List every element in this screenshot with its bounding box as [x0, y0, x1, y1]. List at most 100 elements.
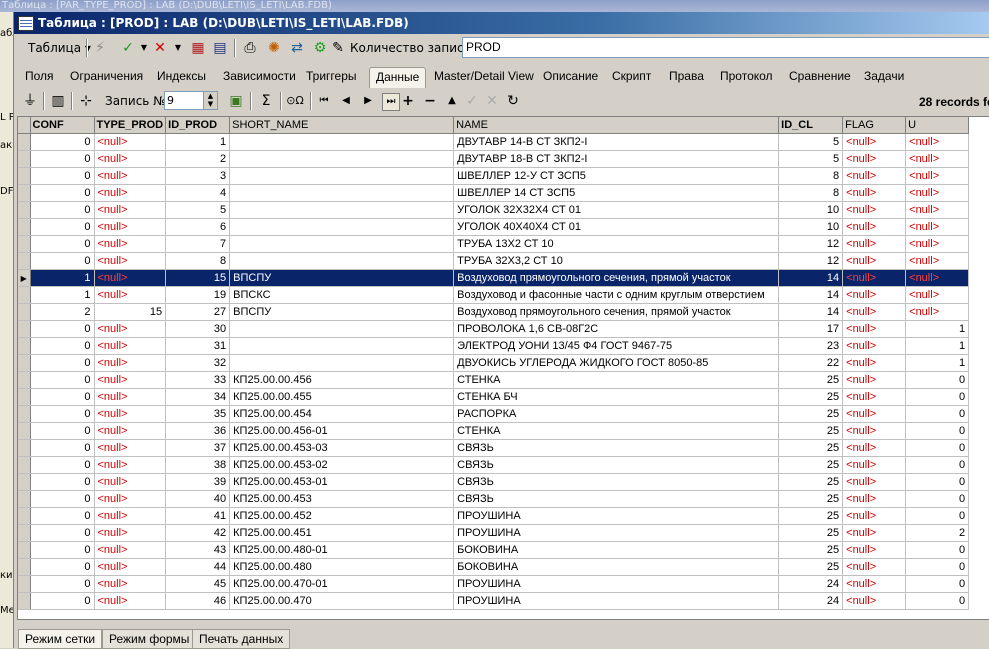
table-cell[interactable]: <null> [94, 337, 167, 355]
table-cell[interactable]: <null> [94, 184, 167, 202]
row-indicator[interactable] [18, 405, 31, 423]
table-cell[interactable]: 2 [165, 150, 231, 168]
table-cell[interactable]: 0 [905, 541, 970, 559]
table-cell[interactable]: 0 [905, 575, 970, 593]
table-cell[interactable]: <null> [842, 558, 907, 576]
row-indicator[interactable] [18, 303, 31, 321]
edit-record-icon[interactable]: ▲ [444, 93, 460, 109]
table-cell[interactable]: 25 [778, 388, 844, 406]
table-cell[interactable]: 0 [30, 150, 95, 168]
table-cell[interactable]: ПРОУШИНА [453, 524, 780, 542]
table-cell[interactable]: 3 [165, 167, 231, 185]
table-cell[interactable]: 0 [30, 388, 95, 406]
table-cell[interactable]: 0 [30, 371, 95, 389]
table-cell[interactable]: 0 [905, 558, 970, 576]
table-cell[interactable]: 25 [778, 558, 844, 576]
table-cell[interactable]: 24 [778, 592, 844, 610]
table-cell[interactable]: <null> [94, 405, 167, 423]
delete-record-icon[interactable]: − [422, 93, 438, 109]
table-cell[interactable]: <null> [842, 235, 907, 253]
table-cell[interactable]: <null> [842, 133, 907, 151]
row-indicator[interactable] [18, 473, 31, 491]
insert-record-icon[interactable]: + [400, 93, 416, 109]
table-cell[interactable]: 0 [30, 184, 95, 202]
row-indicator[interactable] [18, 507, 31, 525]
table-cell[interactable]: 14 [778, 286, 844, 304]
table-cell[interactable]: <null> [842, 592, 907, 610]
table-row[interactable]: 0 <null> 35 КП25.00.00.454 РАСПОРКА 25 <null> 0 [18, 405, 970, 423]
table-cell[interactable]: <null> [94, 422, 167, 440]
table-cell[interactable]: СВЯЗЬ [453, 439, 780, 457]
table-cell[interactable] [229, 218, 455, 236]
table-cell[interactable]: 25 [778, 422, 844, 440]
table-cell[interactable]: <null> [842, 337, 907, 355]
prev-record-icon[interactable]: ◀ [338, 93, 354, 109]
table-cell[interactable]: ШВЕЛЛЕР 14 СТ ЗСП5 [453, 184, 780, 202]
table-cell[interactable]: КП25.00.00.455 [229, 388, 455, 406]
table-row[interactable]: 0 <null> 3 ШВЕЛЛЕР 12-У СТ ЗСП5 8 <null> <null… [18, 167, 970, 185]
table-cell[interactable]: 40 [165, 490, 231, 508]
table-cell[interactable]: 0 [905, 507, 970, 525]
table-cell[interactable]: 25 [778, 456, 844, 474]
print-icon[interactable]: ⎙ [242, 40, 258, 56]
window-titlebar[interactable]: Таблица : [PROD] : LAB (D:\DUB\LETI\IS_L… [14, 12, 989, 34]
table-cell[interactable]: <null> [905, 286, 970, 304]
table-cell[interactable]: 19 [165, 286, 231, 304]
table-cell[interactable]: 0 [905, 439, 970, 457]
table-row[interactable]: 0 <null> 46 КП25.00.00.470 ПРОУШИНА 24 <null> 0 [18, 592, 970, 610]
table-cell[interactable]: 0 [30, 558, 95, 576]
table-row[interactable]: 0 <null> 4 ШВЕЛЛЕР 14 СТ ЗСП5 8 <null> <null> [18, 184, 970, 202]
table-cell[interactable]: СТЕНКА БЧ [453, 388, 780, 406]
column-header-u[interactable]: U [905, 117, 970, 134]
table-cell[interactable]: 17 [778, 320, 844, 338]
table-cell[interactable]: <null> [842, 371, 907, 389]
table-cell[interactable]: ПРОУШИНА [453, 592, 780, 610]
row-indicator[interactable] [18, 235, 31, 253]
table-cell[interactable]: <null> [94, 235, 167, 253]
tab-master-detail[interactable]: Master/Detail View [434, 69, 534, 83]
table-cell[interactable]: <null> [842, 150, 907, 168]
table-cell[interactable]: 0 [905, 388, 970, 406]
table-cell[interactable]: <null> [94, 592, 167, 610]
export-icon[interactable]: ⇄ [289, 40, 305, 56]
table-cell[interactable]: <null> [842, 286, 907, 304]
table-cell[interactable]: 2 [905, 524, 970, 542]
table-cell[interactable]: КП25.00.00.453-03 [229, 439, 455, 457]
table-cell[interactable]: 0 [905, 592, 970, 610]
table-cell[interactable]: 12 [778, 252, 844, 270]
table-cell[interactable]: 0 [905, 490, 970, 508]
table-cell[interactable]: 24 [778, 575, 844, 593]
tab-form-mode[interactable]: Режим формы [102, 629, 197, 649]
table-cell[interactable]: 14 [778, 269, 844, 287]
table-cell[interactable]: <null> [905, 218, 970, 236]
table-row[interactable]: 2 15 27 ВПСПУ Воздуховод прямоугольного сече… [18, 303, 970, 321]
tab-grid-mode[interactable]: Режим сетки [18, 629, 103, 649]
table-cell[interactable]: ТРУБА 13Х2 СТ 10 [453, 235, 780, 253]
row-indicator[interactable] [18, 388, 31, 406]
column-header-type-prod[interactable]: TYPE_PROD [94, 117, 167, 134]
row-indicator[interactable] [18, 286, 31, 304]
table-cell[interactable] [229, 337, 455, 355]
tab-compare[interactable]: Сравнение [789, 69, 851, 83]
row-indicator[interactable] [18, 133, 31, 151]
row-indicator[interactable] [18, 337, 31, 355]
last-record-icon[interactable]: ⏭ [382, 93, 400, 111]
row-indicator[interactable] [18, 575, 31, 593]
table-cell[interactable]: СВЯЗЬ [453, 473, 780, 491]
table-cell[interactable]: ВПСПУ [229, 269, 455, 287]
table-cell[interactable]: 0 [30, 218, 95, 236]
table-cell[interactable]: СТЕНКА [453, 371, 780, 389]
table-cell[interactable]: <null> [94, 150, 167, 168]
table-row[interactable]: 0 <null> 6 УГОЛОК 40Х40Х4 СТ 01 10 <null> <nul… [18, 218, 970, 236]
first-record-icon[interactable]: ⏮ [316, 93, 332, 109]
table-row[interactable]: 0 <null> 2 ДВУТАВР 18-В СТ ЗКП2-I 5 <null> <nu… [18, 150, 970, 168]
next-record-icon[interactable]: ▶ [360, 93, 376, 109]
table-cell[interactable]: 2 [30, 303, 95, 321]
table-cell[interactable]: <null> [842, 167, 907, 185]
table-cell[interactable]: 12 [778, 235, 844, 253]
table-cell[interactable]: 43 [165, 541, 231, 559]
table-cell[interactable]: 0 [30, 507, 95, 525]
table-cell[interactable]: 30 [165, 320, 231, 338]
table-cell[interactable]: 15 [165, 269, 231, 287]
refresh-data-icon[interactable]: ↻ [505, 93, 521, 109]
